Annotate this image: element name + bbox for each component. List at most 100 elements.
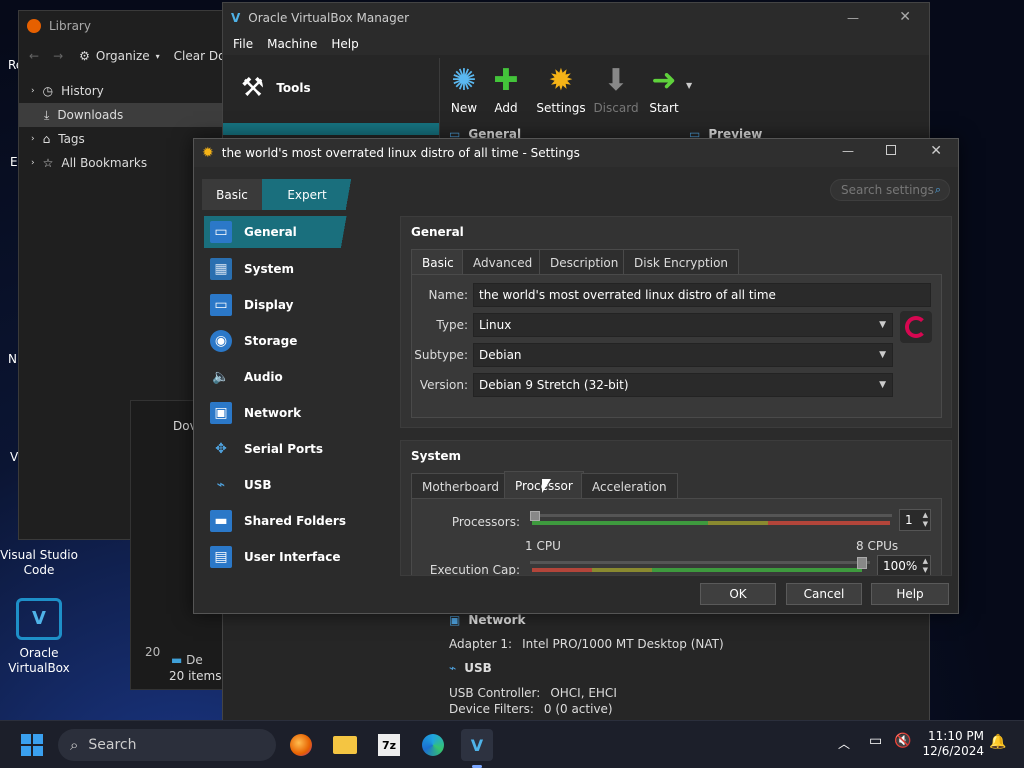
nav-shared-folders[interactable]: ▬ Shared Folders <box>204 505 362 537</box>
spin-arrows-icon[interactable]: ▲ ▼ <box>923 511 928 529</box>
vbox-menubar: File Machine Help <box>223 33 929 55</box>
help-button[interactable]: Help <box>871 583 949 605</box>
storage-icon: ◉ <box>210 330 232 352</box>
settings-button[interactable]: ✹ Settings <box>536 61 586 115</box>
menu-help[interactable]: Help <box>331 37 358 51</box>
spin-arrows-icon[interactable]: ▲ ▼ <box>923 557 928 575</box>
tab-acceleration[interactable]: Acceleration <box>581 473 678 499</box>
type-select[interactable]: Linux ▼ <box>473 313 893 337</box>
close-icon[interactable]: ✕ <box>899 9 911 25</box>
system-icon: ▦ <box>210 258 232 280</box>
debian-logo-icon <box>900 311 932 343</box>
organize-button[interactable]: ⚙ Organize ▾ <box>79 49 160 63</box>
file-explorer-icon[interactable] <box>329 729 361 761</box>
minimize-icon[interactable]: — <box>842 144 854 158</box>
tab-disk-encryption[interactable]: Disk Encryption <box>623 249 740 275</box>
nav-system[interactable]: ▦ System <box>204 253 362 285</box>
general-basic-panel: Name: the world's most overrated linux d… <box>411 274 942 418</box>
nav-storage[interactable]: ◉ Storage <box>204 325 362 357</box>
volume-muted-icon[interactable]: 🔇 <box>894 733 911 749</box>
cancel-button[interactable]: Cancel <box>786 583 862 605</box>
execution-cap-spinbox[interactable]: 100% ▲ ▼ <box>877 555 931 575</box>
audio-icon: 🔈 <box>212 369 230 385</box>
ok-button[interactable]: OK <box>700 583 776 605</box>
cpu-max-label: 8 CPUs <box>856 539 899 553</box>
taskbar: ⌕ Search 7z V ︿ ▭ 🔇 11:10 PM 12/6/2024 🔔 <box>0 720 1024 768</box>
close-icon[interactable]: ✕ <box>930 143 942 159</box>
back-arrow-icon[interactable]: ← <box>29 49 39 63</box>
tree-item-downloads[interactable]: ⤓ Downloads <box>19 103 229 127</box>
taskbar-search-box[interactable]: ⌕ Search <box>58 729 276 761</box>
desktop-edge-text: N <box>8 352 17 366</box>
library-toolbar: ← → ⚙ Organize ▾ Clear Dov <box>19 41 233 71</box>
usb-filters-row: Device Filters: 0 (0 active) <box>449 702 613 716</box>
vm-list-selection[interactable] <box>223 123 439 135</box>
tab-description[interactable]: Description <box>539 249 630 275</box>
clock[interactable]: 11:10 PM 12/6/2024 <box>922 729 984 759</box>
name-field[interactable]: the world's most overrated linux distro … <box>473 283 931 307</box>
nav-user-interface[interactable]: ▤ User Interface <box>204 541 362 573</box>
tools-item[interactable]: ⚒ Tools <box>241 73 311 103</box>
nav-display[interactable]: ▭ Display <box>204 289 362 321</box>
library-titlebar: Library <box>19 11 229 41</box>
desktop-edge-text: E <box>10 155 18 169</box>
downloads-file[interactable]: ▬ De <box>171 653 203 667</box>
gear-icon: ⚙ <box>79 49 90 63</box>
general-group: General Basic Advanced Description Disk … <box>400 216 952 428</box>
system-heading: System <box>411 449 461 463</box>
processors-slider-handle[interactable] <box>530 511 540 521</box>
start-button[interactable]: ➜ Start <box>639 61 689 115</box>
general-icon: ▭ <box>210 221 232 243</box>
folder-icon: ▬ <box>210 510 232 532</box>
execution-cap-slider[interactable] <box>530 557 870 575</box>
nav-audio[interactable]: 🔈 Audio <box>204 361 362 393</box>
tab-advanced[interactable]: Advanced <box>462 249 544 275</box>
clock-icon: ◷ <box>42 84 54 98</box>
network-status-icon[interactable]: ▭ <box>869 733 882 749</box>
network-icon: ▣ <box>449 613 461 627</box>
menu-file[interactable]: File <box>233 37 253 51</box>
processors-slider[interactable] <box>530 511 892 529</box>
chevron-up-icon[interactable]: ︿ <box>838 735 850 752</box>
forward-arrow-icon[interactable]: → <box>53 49 63 63</box>
discard-icon: ⬇ <box>603 63 629 98</box>
minimize-icon[interactable]: — <box>847 11 859 25</box>
nav-general[interactable]: ▭ General <box>204 216 368 248</box>
nav-network[interactable]: ▣ Network <box>204 397 362 429</box>
maximize-icon[interactable] <box>886 145 896 155</box>
edge-icon[interactable] <box>417 729 449 761</box>
settings-gear-icon: ✹ <box>202 145 214 161</box>
nav-serial-ports[interactable]: ✥ Serial Ports <box>204 433 362 465</box>
settings-dialog: ✹ the world's most overrated linux distr… <box>193 138 959 614</box>
mode-expert-button[interactable]: Expert <box>262 179 368 210</box>
tab-basic[interactable]: Basic <box>411 249 465 275</box>
processors-spinbox[interactable]: 1 ▲ ▼ <box>899 509 931 531</box>
nav-usb[interactable]: ⌁ USB <box>204 469 362 501</box>
tree-item-history[interactable]: › ◷ History <box>19 79 229 103</box>
firefox-taskbar-icon[interactable] <box>285 729 317 761</box>
desktop-edge-text: V <box>10 450 19 464</box>
start-dropdown-icon[interactable]: ▼ <box>686 81 692 90</box>
settings-gear-icon: ✹ <box>548 63 574 98</box>
desktop-icon-virtualbox[interactable]: V Oracle VirtualBox <box>0 598 78 676</box>
notification-bell-icon[interactable]: 🔔 <box>989 734 1006 750</box>
start-arrow-icon: ➜ <box>651 63 677 98</box>
start-windows-icon[interactable] <box>16 729 48 761</box>
version-select[interactable]: Debian 9 Stretch (32-bit) ▼ <box>473 373 893 397</box>
virtualbox-taskbar-icon[interactable]: V <box>461 729 493 761</box>
chevron-down-icon: ▼ <box>879 320 886 330</box>
cpu-min-label: 1 CPU <box>525 539 561 553</box>
menu-machine[interactable]: Machine <box>267 37 317 51</box>
7zip-icon[interactable]: 7z <box>373 729 405 761</box>
desktop-icon-vscode[interactable]: Visual Studio Code <box>0 548 78 578</box>
usb-section-header: ⌁ USB <box>449 661 492 675</box>
mode-basic-button[interactable]: Basic <box>202 179 262 210</box>
search-icon: ⌕ <box>934 183 941 196</box>
subtype-select[interactable]: Debian ▼ <box>473 343 893 367</box>
network-adapter-row: Adapter 1: Intel PRO/1000 MT Desktop (NAT… <box>449 637 724 651</box>
execution-cap-slider-handle[interactable] <box>857 557 867 569</box>
add-button[interactable]: ✚ Add <box>481 61 531 115</box>
search-settings-input[interactable]: Search settings ⌕ <box>830 179 950 201</box>
execution-cap-label: Execution Cap: <box>429 563 520 576</box>
tab-motherboard[interactable]: Motherboard <box>411 473 510 499</box>
